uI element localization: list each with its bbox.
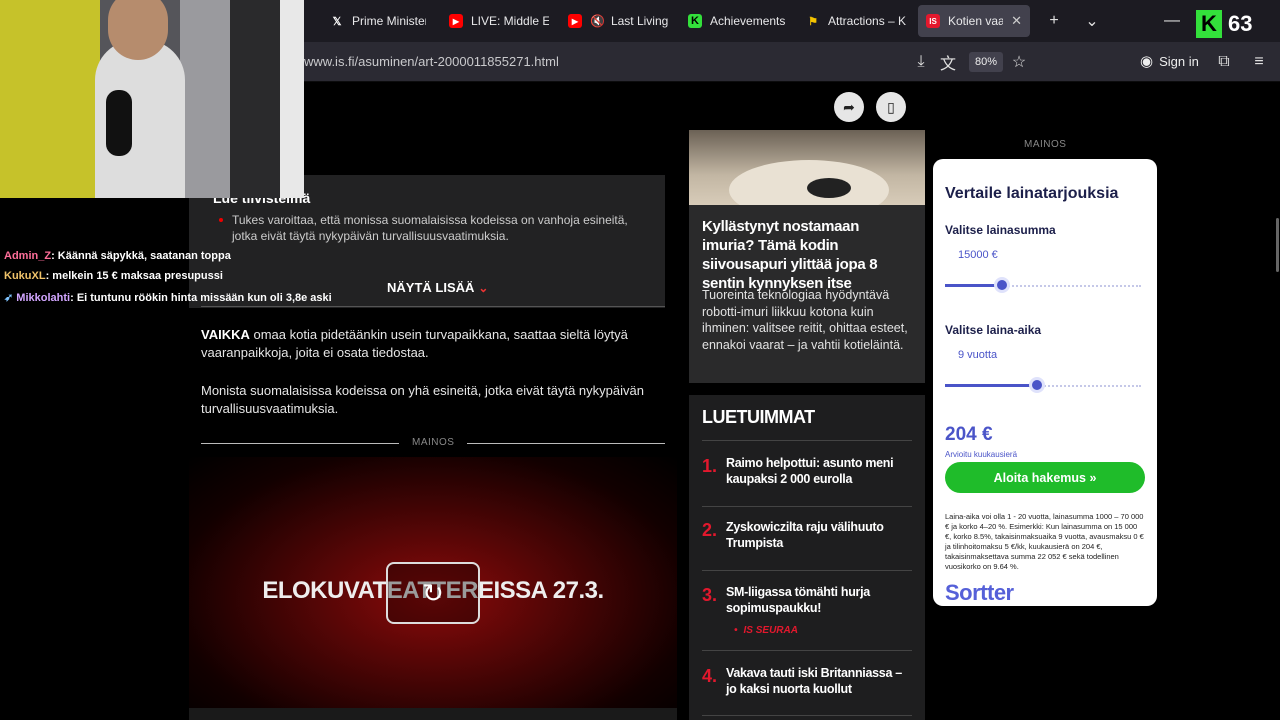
tab-bar: 𝕏 Prime Minister ▶ LIVE: Middle Ea ▶ 🔇 Last …: [304, 0, 1280, 42]
divider: [702, 570, 912, 571]
video-controls-bar[interactable]: [189, 708, 677, 720]
chat-message: ➶ Mikkolahti: Ei tuntunu röökin hinta mi…: [4, 292, 332, 304]
tab-last-living[interactable]: ▶ 🔇 Last Living: [568, 5, 668, 37]
monthly-price-caption: Arvioitu kuukausierä: [945, 450, 1018, 459]
most-read-number: 4.: [702, 666, 718, 686]
most-read-item-2[interactable]: Zyskowiczilta raju välihuuto Trumpista: [726, 519, 906, 551]
bullet-dot: [219, 218, 223, 222]
replay-button[interactable]: ↻: [386, 562, 480, 624]
x-logo-icon: 𝕏: [332, 15, 342, 28]
term-slider-handle[interactable]: [1029, 377, 1046, 393]
youtube-icon: ▶: [449, 14, 463, 28]
tab-list-chevron-icon[interactable]: ⌄: [1082, 11, 1102, 31]
most-read-number: 1.: [702, 456, 718, 476]
viewer-count: 63: [1228, 11, 1253, 36]
ad-label: MAINOS: [1024, 139, 1067, 150]
promo-headline[interactable]: Kyllästynyt nostamaan imuria? Tämä kodin…: [702, 217, 912, 293]
most-read-title: LUETUIMMAT: [702, 407, 815, 427]
most-read-item-1[interactable]: Raimo helpottui: asunto meni kaupaksi 2 …: [726, 455, 906, 487]
start-application-button[interactable]: Aloita hakemus »: [945, 462, 1145, 493]
promo-text: Tuoreinta teknologiaa hyödyntävä robotti…: [702, 288, 908, 352]
share-icon: ➦: [843, 98, 855, 115]
extensions-icon[interactable]: ⧉: [1214, 52, 1234, 72]
tab-kotien-vaarat[interactable]: ISKotien vaara✕: [918, 5, 1030, 37]
video-player[interactable]: ELOKUVATEATTEREISSA 27.3. ↻: [189, 457, 677, 712]
new-tab-icon[interactable]: +: [1044, 11, 1064, 31]
most-read-number: 2.: [702, 520, 718, 540]
navigation-toolbar: www.is.fi/asuminen/art-2000011855271.htm…: [304, 42, 1280, 82]
share-button[interactable]: ➦: [834, 92, 864, 122]
tab-attractions[interactable]: ⚑ Attractions – Ku: [806, 5, 906, 37]
tab-live-middle-east[interactable]: ▶ LIVE: Middle Ea: [449, 5, 549, 37]
muted-speaker-icon: 🔇: [590, 14, 605, 28]
ad-label: MAINOS: [412, 437, 455, 448]
most-read-number: 3.: [702, 585, 718, 605]
bookmark-star-icon[interactable]: ☆: [1009, 52, 1029, 72]
tab-achievements[interactable]: K Achievements: [688, 5, 788, 37]
term-slider-fill: [945, 384, 1038, 387]
close-tab-icon[interactable]: ✕: [1011, 13, 1022, 29]
webcam-overlay: [0, 0, 304, 198]
term-value: 9 vuotta: [958, 349, 998, 361]
sortter-logo: Sortter: [945, 580, 1014, 605]
tab-prime-minister[interactable]: 𝕏 Prime Minister: [330, 5, 426, 37]
sign-in-button[interactable]: ◉ Sign in: [1140, 52, 1199, 70]
youtube-icon: ▶: [568, 14, 582, 28]
account-icon: ◉: [1140, 53, 1154, 70]
kick-icon: K: [688, 14, 702, 28]
replay-icon: ↻: [422, 577, 444, 608]
menu-icon[interactable]: ≡: [1249, 52, 1269, 72]
divider: [702, 506, 912, 507]
ad-fine-print: Laina-aika voi olla 1 - 20 vuotta, laina…: [945, 512, 1144, 571]
rocket-badge-icon: ➶: [4, 292, 14, 304]
most-read-item-3[interactable]: SM-liigassa tömähti hurja sopimuspaukku!: [726, 584, 906, 616]
ad-divider-right: [467, 443, 665, 444]
loan-ad[interactable]: Vertaile lainatarjouksia Valitse lainasu…: [933, 159, 1157, 606]
ad-title: Vertaile lainatarjouksia: [945, 185, 1119, 202]
term-label: Valitse laina-aika: [945, 323, 1042, 337]
bookmark-icon: ▯: [887, 98, 895, 115]
divider: [702, 650, 912, 651]
chevron-down-icon: ⌄: [478, 281, 489, 295]
is-seuraa-tag: • IS SEURAA: [734, 625, 798, 636]
bookmark-button[interactable]: ▯: [876, 92, 906, 122]
divider: [702, 440, 912, 441]
flag-icon: ⚑: [808, 15, 818, 28]
divider: [702, 715, 912, 716]
article-sticky-bar: ➦ ▯: [304, 82, 1280, 130]
amount-label: Valitse lainasumma: [945, 223, 1056, 237]
divider: [201, 306, 665, 307]
address-bar[interactable]: www.is.fi/asuminen/art-2000011855271.htm…: [304, 54, 559, 69]
page-scrollbar[interactable]: [1276, 218, 1279, 272]
amount-slider-handle[interactable]: [993, 277, 1010, 293]
monthly-price: 204 €: [945, 424, 993, 445]
translate-icon[interactable]: 文: [938, 52, 958, 73]
article-paragraph-1: VAIKKA omaa kotia pidetäänkin usein turv…: [201, 327, 628, 360]
amount-value: 15000 €: [958, 249, 998, 261]
chat-message: Admin_Z: Käännä säpykkä, saatanan toppa: [4, 250, 231, 262]
promo-image[interactable]: [689, 130, 925, 205]
article-paragraph-2: Monista suomalaisissa kodeissa on yhä es…: [201, 383, 644, 416]
ad-divider-left: [201, 443, 399, 444]
show-more-button[interactable]: NÄYTÄ LISÄÄ ⌄: [387, 280, 488, 295]
zoom-level[interactable]: 80%: [969, 52, 1004, 72]
summary-bullet: Tukes varoittaa, että monissa suomalaisi…: [232, 213, 628, 243]
chat-message: KukuXL: melkein 15 € maksaa presupussi: [4, 270, 223, 282]
minimize-icon[interactable]: —: [1162, 11, 1182, 31]
save-to-pocket-icon[interactable]: ⤓: [911, 52, 931, 72]
most-read-item-4[interactable]: Vakava tauti iski Britanniassa – jo kaks…: [726, 665, 906, 697]
is-logo-icon: IS: [926, 14, 940, 28]
kick-logo-icon: K: [1196, 10, 1222, 38]
